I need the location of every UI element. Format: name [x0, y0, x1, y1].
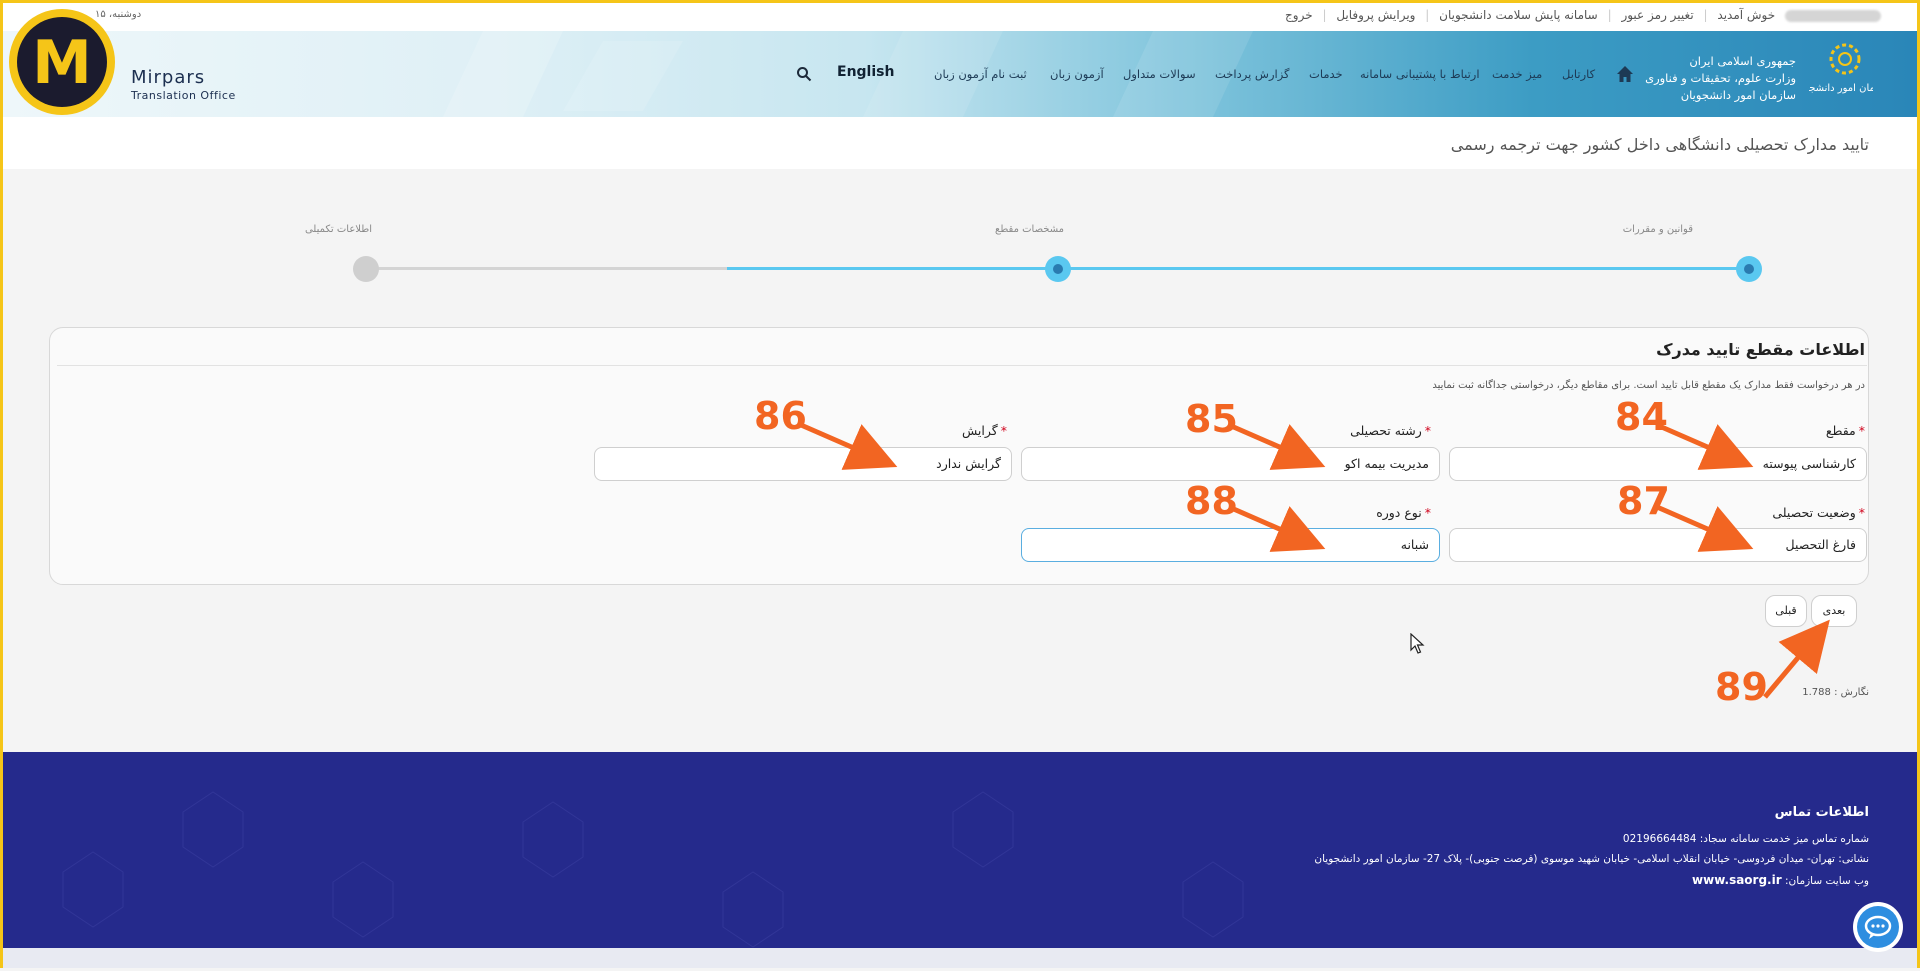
annotation-89: 89 [1715, 665, 1768, 709]
arrow-89 [1763, 619, 1830, 699]
footer-phone-label: شماره تماس میز خدمت سامانه سجاد: [1699, 833, 1869, 845]
footer-website-label: وب سایت سازمان: [1785, 875, 1869, 887]
annotation-88: 88 [1185, 479, 1238, 523]
annotation-84: 84 [1615, 395, 1668, 439]
footer-address: نشانی: تهران- میدان فردوسی- خیابان انقلا… [1314, 853, 1869, 865]
arrow-86 [800, 422, 898, 470]
footer-website: وب سایت سازمان: www.saorg.ir [1692, 873, 1869, 887]
footer-pattern [62, 791, 1244, 948]
chat-button-inner [1857, 906, 1899, 948]
chat-button[interactable] [1853, 902, 1903, 952]
chat-icon [1864, 915, 1892, 939]
arrow-88 [1228, 504, 1326, 552]
footer-bottom-strip [3, 948, 1917, 968]
footer-phone: شماره تماس میز خدمت سامانه سجاد: 0219666… [1623, 833, 1869, 845]
annotation-87: 87 [1617, 479, 1670, 523]
arrow-84 [1656, 422, 1754, 470]
footer-phone-number: 02196664484 [1622, 833, 1697, 845]
arrow-85 [1228, 422, 1326, 470]
footer-website-link[interactable]: www.saorg.ir [1692, 873, 1782, 887]
annotation-85: 85 [1185, 397, 1238, 441]
annotation-86: 86 [754, 394, 807, 438]
footer [3, 752, 1917, 948]
footer-title: اطلاعات تماس [1774, 805, 1869, 820]
